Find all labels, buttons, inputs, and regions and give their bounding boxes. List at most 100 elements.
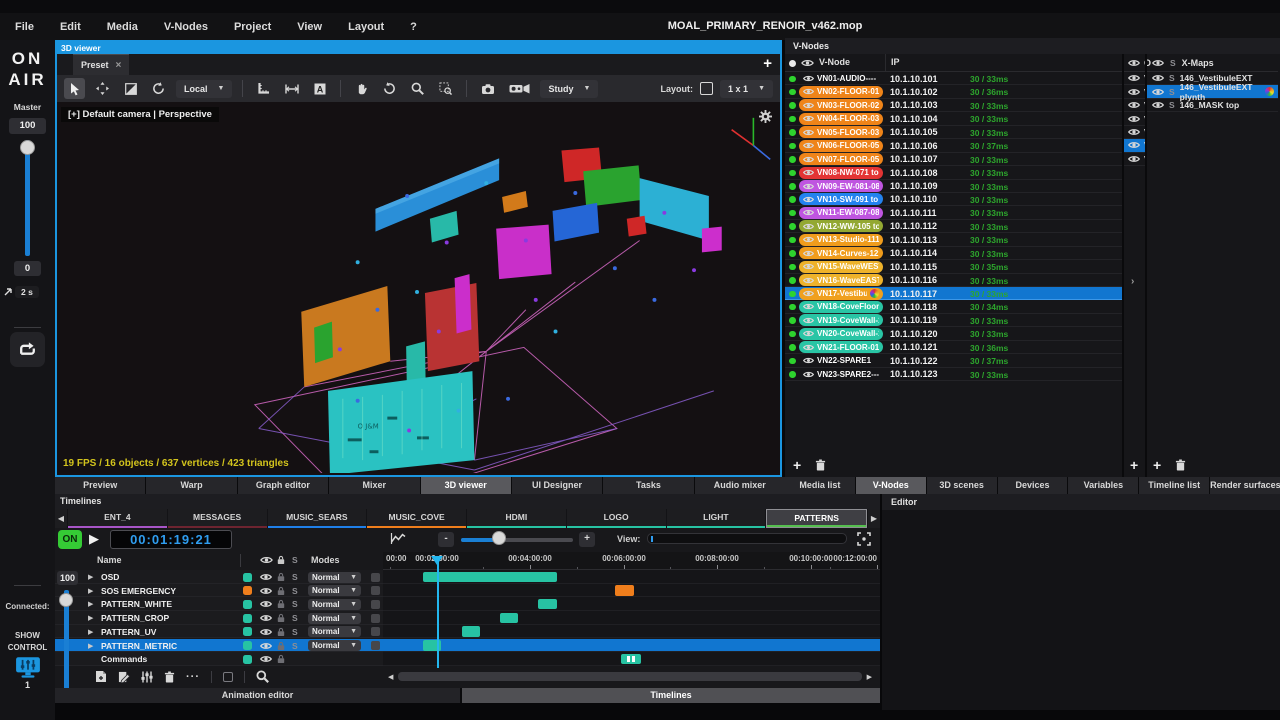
visibility-eye-icon[interactable] — [260, 614, 272, 622]
fit-view-icon[interactable] — [857, 532, 871, 546]
lock-icon[interactable] — [277, 654, 285, 664]
visibility-eye-icon[interactable] — [803, 169, 814, 176]
projector-view-button[interactable] — [505, 78, 533, 99]
track-row-sos-emergency[interactable]: ▶SOS EMERGENCYSNormal▼ — [55, 584, 383, 598]
visibility-eye-icon[interactable] — [803, 277, 814, 284]
solo-toggle[interactable]: S — [292, 641, 298, 651]
select-tool-button[interactable] — [64, 78, 85, 99]
visibility-eye-icon[interactable] — [260, 556, 273, 564]
add-output-button[interactable]: + — [1130, 459, 1138, 471]
bottom-tab-timelines[interactable]: Timelines — [462, 688, 880, 703]
tab-variables[interactable]: Variables — [1068, 477, 1138, 494]
track-row-pattern-metric[interactable]: ▶PATTERN_METRICSNormal▼ — [55, 639, 383, 653]
blend-mode-dropdown[interactable]: Normal▼ — [308, 613, 361, 624]
timeline-clip[interactable] — [423, 572, 557, 583]
vnode-row[interactable]: VN03-FLOOR-021-010.1.10.10330 / 33ms — [785, 99, 1122, 112]
visibility-eye-icon[interactable] — [803, 223, 814, 230]
expand-arrow-icon[interactable]: ▶ — [88, 642, 93, 650]
visibility-eye-icon[interactable] — [1152, 101, 1164, 109]
timeline-clip[interactable] — [462, 626, 480, 637]
master-max-value[interactable]: 100 — [9, 118, 46, 134]
track-mini-box[interactable] — [371, 614, 380, 623]
track-mini-box[interactable] — [371, 586, 380, 595]
master-fader-track[interactable] — [25, 140, 30, 256]
expand-arrow-icon[interactable]: ▶ — [88, 628, 93, 636]
solo-toggle[interactable]: S — [292, 627, 298, 637]
vnode-row[interactable]: VN08-NW-071 to 0710.1.10.10830 / 33ms — [785, 166, 1122, 179]
timeline-horizontal-scrollbar[interactable]: ◀ ▶ — [388, 671, 872, 682]
track-lane-osd[interactable] — [383, 570, 880, 584]
vnode-row[interactable]: VN14-Curves-121 t10.1.10.11430 / 33ms — [785, 247, 1122, 260]
solo-toggle[interactable]: S — [292, 613, 298, 623]
vnode-row[interactable]: VN07-FLOOR-054-010.1.10.10730 / 33ms — [785, 153, 1122, 166]
visibility-eye-icon[interactable] — [803, 250, 814, 257]
selection-checkbox[interactable] — [223, 672, 233, 682]
tab-devices[interactable]: Devices — [998, 477, 1068, 494]
blend-mode-dropdown[interactable]: Normal▼ — [308, 599, 361, 610]
master-min-value[interactable]: 0 — [14, 261, 41, 276]
blend-mode-dropdown[interactable]: Normal▼ — [308, 572, 361, 583]
visibility-eye-icon[interactable] — [803, 371, 814, 378]
timeline-tab-hdmi[interactable]: HDMI — [467, 509, 566, 528]
visibility-eye-icon[interactable] — [1128, 155, 1140, 163]
solo-toggle[interactable]: S — [292, 586, 298, 596]
zoom-in-button[interactable]: + — [579, 532, 595, 547]
add-vnode-button[interactable]: + — [793, 459, 801, 471]
expand-arrow-icon[interactable]: ▶ — [88, 614, 93, 622]
tab-v-nodes[interactable]: V-Nodes — [856, 477, 926, 494]
track-lane-pattern-uv[interactable] — [383, 625, 880, 639]
solo-toggle[interactable]: S — [1169, 100, 1175, 110]
vnode-row[interactable]: VN02-FLOOR-011 t10.1.10.10230 / 36ms — [785, 85, 1122, 98]
tab-close-icon[interactable]: × — [116, 60, 122, 71]
scroll-right-arrow-icon[interactable]: ▶ — [862, 673, 872, 681]
vnode-row[interactable]: VN15-WaveWEST-110.1.10.11530 / 35ms — [785, 260, 1122, 273]
timeline-tab-patterns[interactable]: PATTERNS — [766, 509, 867, 528]
lock-icon[interactable] — [277, 599, 285, 609]
timeline-zoom-thumb[interactable] — [492, 531, 506, 545]
gear-icon[interactable] — [759, 110, 772, 123]
timeline-tabs-scroll-right[interactable]: ▶ — [868, 509, 880, 528]
track-mini-box[interactable] — [371, 573, 380, 582]
xmap-row[interactable]: S146_VestibuleEXT plynth — [1147, 85, 1278, 98]
visibility-eye-icon[interactable] — [1128, 128, 1140, 136]
visibility-eye-icon[interactable] — [803, 115, 814, 122]
timeline-clip[interactable] — [538, 599, 557, 610]
bottom-tab-animation-editor[interactable]: Animation editor — [55, 688, 460, 703]
vnode-row[interactable]: VN21-FLOOR-015-010.1.10.12130 / 36ms — [785, 341, 1122, 354]
move-tool-button[interactable] — [92, 78, 113, 99]
tab-preview[interactable]: Preview — [55, 477, 145, 494]
timeline-tab-logo[interactable]: LOGO — [567, 509, 666, 528]
tab-render-surfaces[interactable]: Render surfaces — [1210, 477, 1280, 494]
pan-hand-tool-button[interactable] — [351, 78, 372, 99]
track-mini-box[interactable] — [371, 641, 380, 650]
track-lane-pattern-crop[interactable] — [383, 611, 880, 625]
delete-track-trash-icon[interactable] — [164, 671, 175, 683]
playhead-marker[interactable] — [431, 556, 443, 565]
visibility-eye-icon[interactable] — [803, 102, 814, 109]
camera-snapshot-button[interactable] — [477, 78, 498, 99]
vnode-row[interactable]: VN22-SPARE110.1.10.12230 / 37ms — [785, 354, 1122, 367]
edit-cue-icon[interactable] — [118, 671, 130, 683]
visibility-eye-icon[interactable] — [1152, 59, 1164, 67]
visibility-eye-icon[interactable] — [803, 303, 814, 310]
track-color-chip[interactable] — [243, 627, 252, 636]
view-range-scrollbar[interactable] — [647, 533, 847, 544]
layout-grid-dropdown[interactable]: 1 x 1▼ — [720, 80, 773, 98]
scale-tool-button[interactable] — [120, 78, 141, 99]
more-options-icon[interactable]: ··· — [186, 671, 200, 683]
tab-graph-editor[interactable]: Graph editor — [238, 477, 328, 494]
visibility-eye-icon[interactable] — [260, 600, 272, 608]
layout-single-icon[interactable] — [700, 82, 713, 95]
scroll-left-arrow-icon[interactable]: ◀ — [388, 673, 398, 681]
track-mini-box[interactable] — [371, 600, 380, 609]
zoom-region-tool-button[interactable] — [435, 78, 456, 99]
vnode-row[interactable]: VN19-CoveWall-1610.1.10.11930 / 33ms — [785, 314, 1122, 327]
track-row-pattern-uv[interactable]: ▶PATTERN_UVSNormal▼ — [55, 625, 383, 639]
add-tab-button[interactable]: + — [763, 55, 772, 72]
visibility-eye-icon[interactable] — [1152, 88, 1164, 96]
track-lane-sos-emergency[interactable] — [383, 584, 880, 598]
menu-item-v-nodes[interactable]: V-Nodes — [164, 21, 208, 33]
visibility-eye-icon[interactable] — [803, 196, 814, 203]
track-row-pattern-crop[interactable]: ▶PATTERN_CROPSNormal▼ — [55, 611, 383, 625]
menu-item-project[interactable]: Project — [234, 21, 271, 33]
